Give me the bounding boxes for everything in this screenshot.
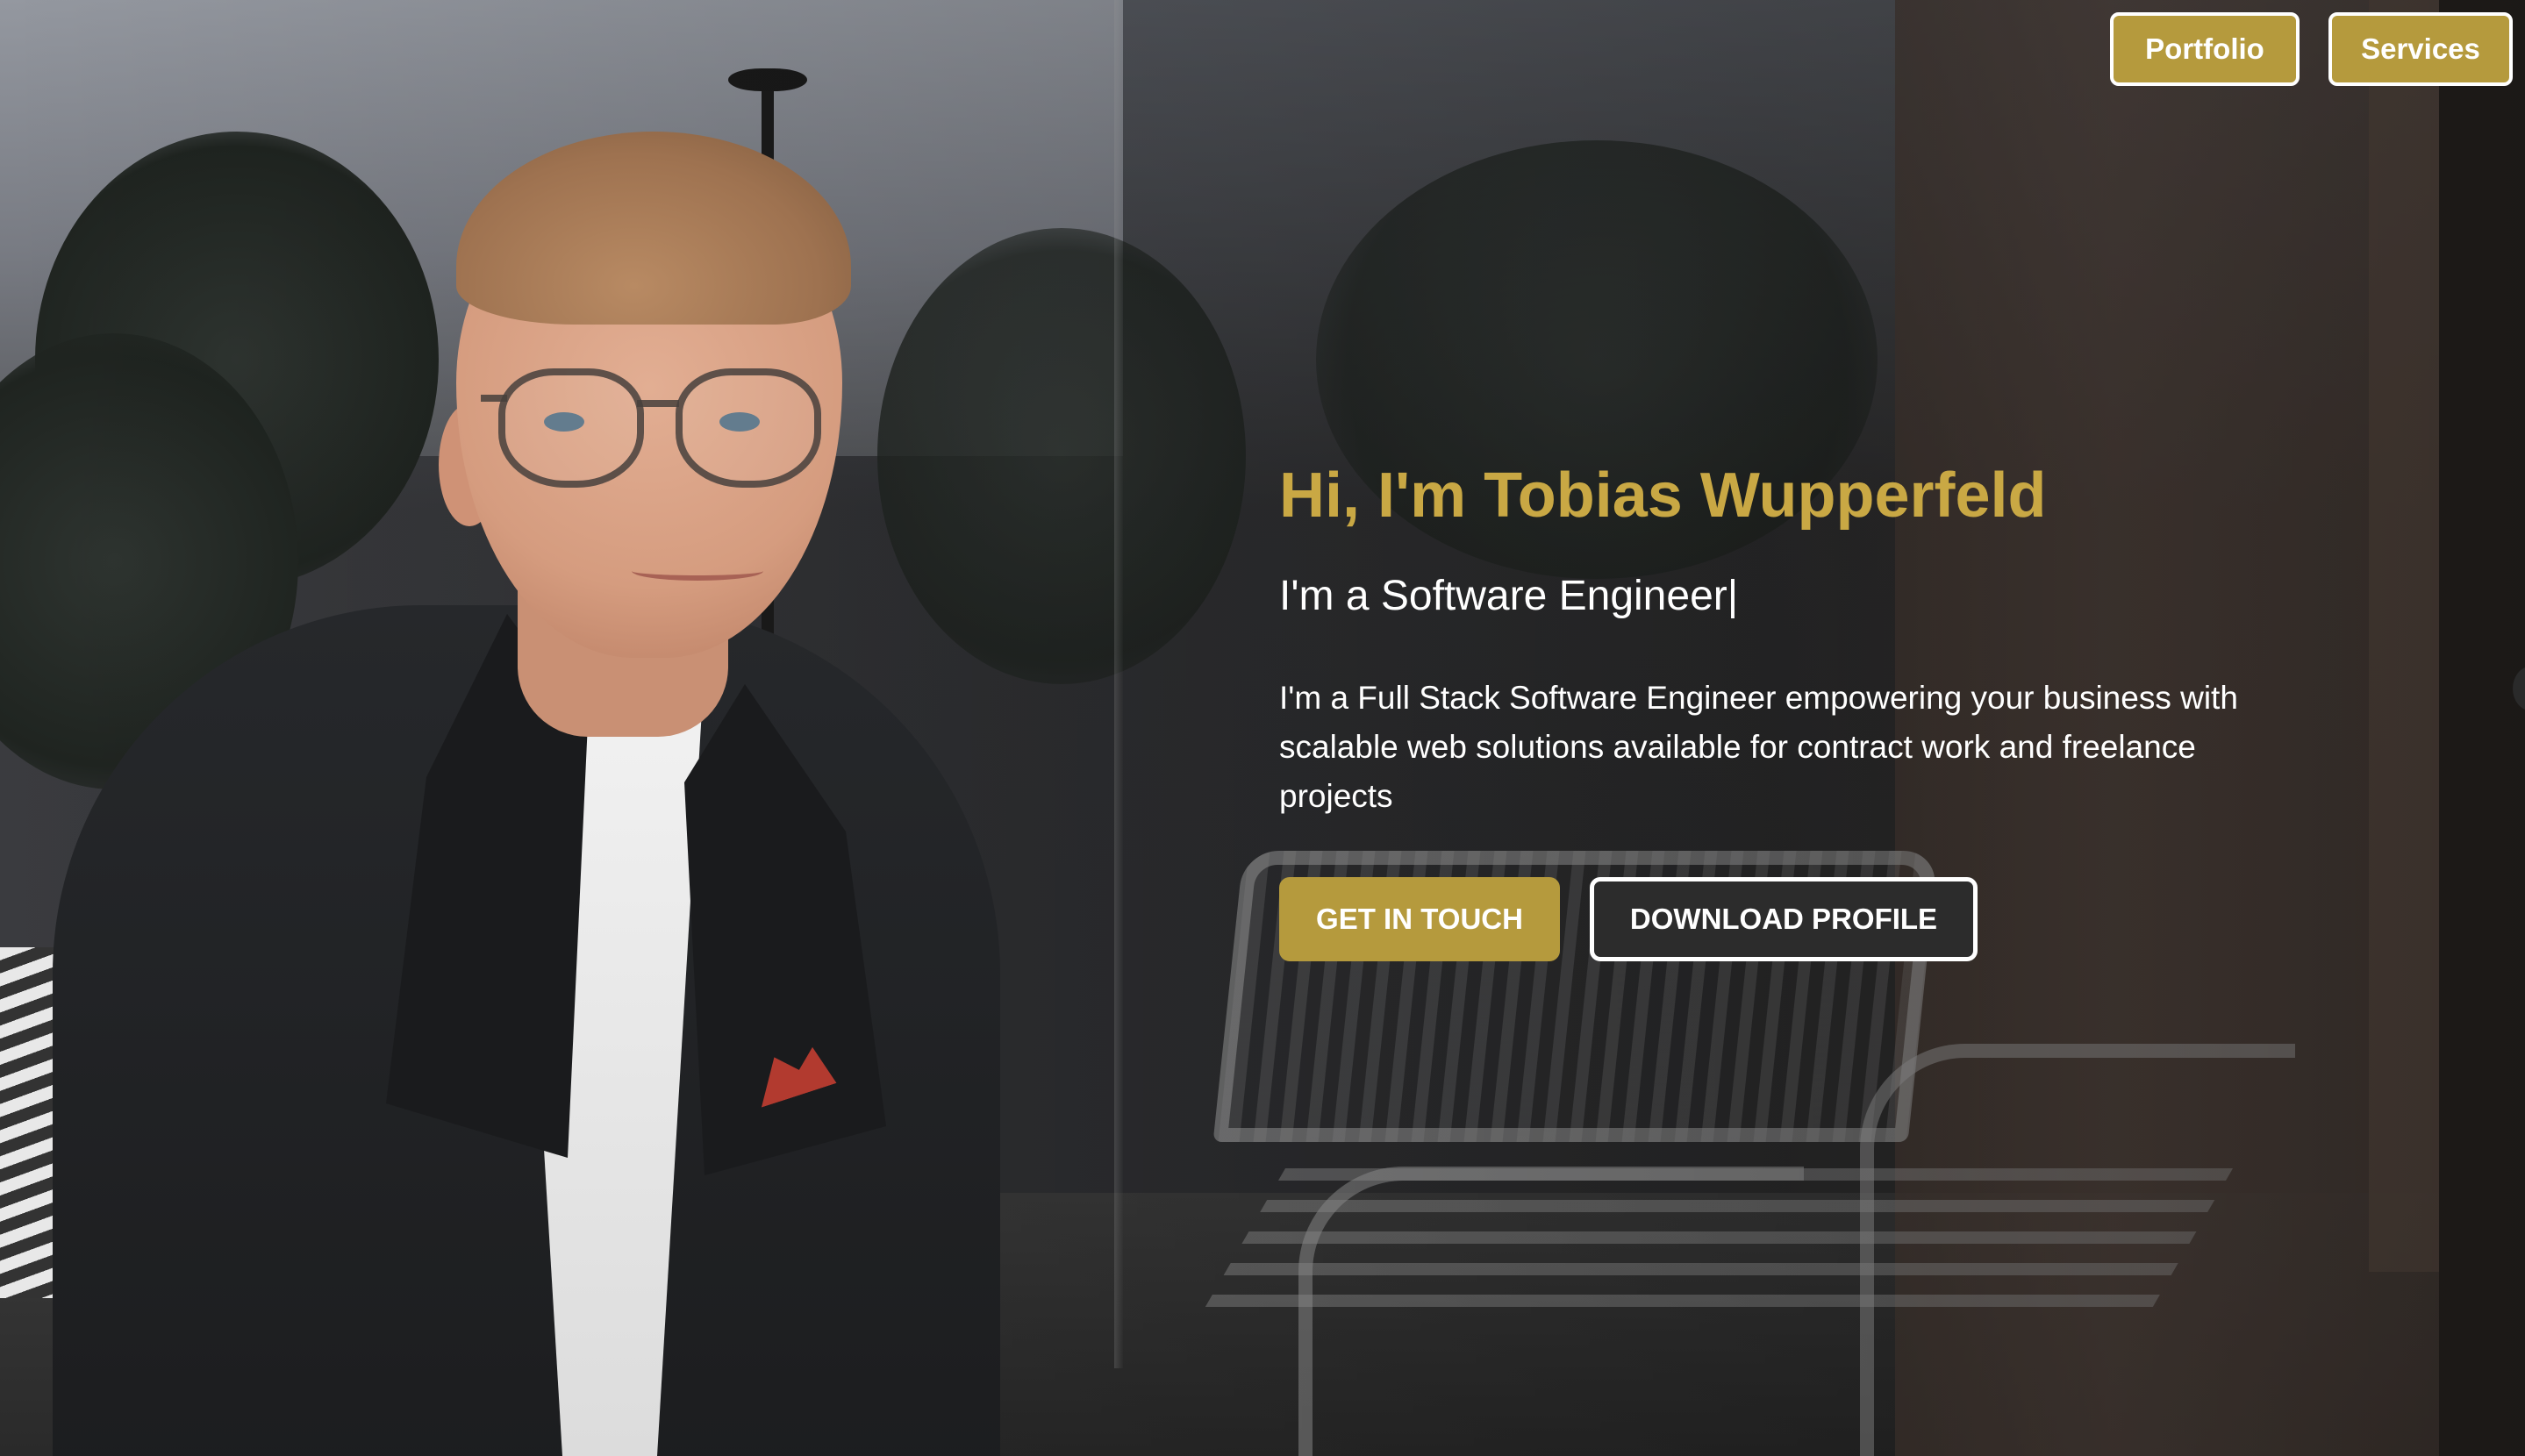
person-mouth: [632, 561, 763, 581]
glasses-lens-left: [498, 368, 644, 488]
portrait-photo: [0, 0, 1184, 1456]
person-hair: [456, 132, 851, 325]
glasses-temple: [481, 395, 507, 402]
get-in-touch-button[interactable]: GET IN TOUCH: [1279, 877, 1560, 961]
hero-subtitle: I'm a Software Engineer|: [1279, 573, 1739, 619]
download-profile-button[interactable]: DOWNLOAD PROFILE: [1590, 877, 1978, 961]
nav-portfolio-button[interactable]: Portfolio: [2110, 12, 2300, 86]
hero-content: Hi, I'm Tobias Wupperfeld I'm a Software…: [1279, 447, 2332, 961]
hero-section: Portfolio Services Hi, I'm Tobias Wupper…: [0, 0, 2525, 1456]
nav-services-button[interactable]: Services: [2328, 12, 2513, 86]
hero-description: I'm a Full Stack Software Engineer empow…: [1279, 680, 2238, 814]
glasses-lens-right: [676, 368, 821, 488]
glasses-bridge: [637, 400, 679, 407]
cta-row: GET IN TOUCH DOWNLOAD PROFILE: [1279, 877, 2332, 961]
hero-title: Hi, I'm Tobias Wupperfeld: [1279, 460, 2047, 531]
